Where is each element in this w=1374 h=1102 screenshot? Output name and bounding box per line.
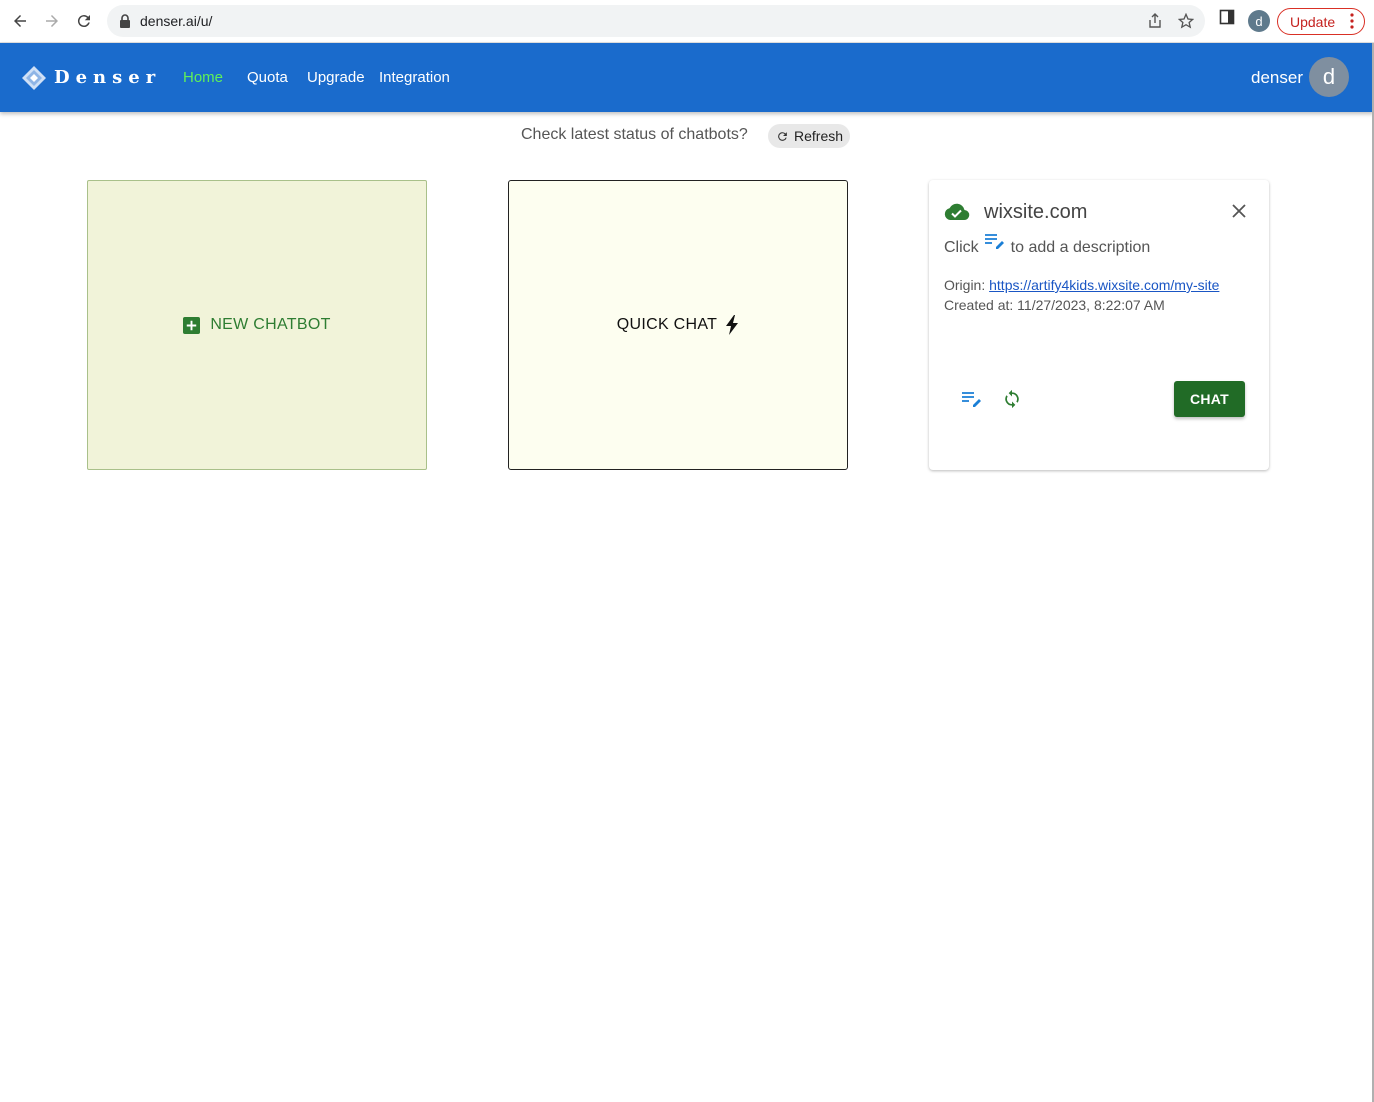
forward-icon[interactable]: [40, 9, 64, 33]
update-button[interactable]: Update: [1277, 8, 1365, 35]
chat-button[interactable]: CHAT: [1174, 381, 1245, 417]
sync-icon[interactable]: [1002, 389, 1022, 414]
created-label: Created at:: [944, 297, 1014, 313]
profile-avatar[interactable]: d: [1248, 10, 1270, 32]
avatar[interactable]: d: [1309, 57, 1349, 97]
desc-prefix: Click: [944, 238, 979, 256]
created-value: 11/27/2023, 8:22:07 AM: [1017, 297, 1165, 313]
share-icon[interactable]: [1147, 13, 1163, 34]
close-icon[interactable]: [1231, 203, 1247, 224]
sidepanel-icon[interactable]: [1219, 9, 1235, 30]
update-label: Update: [1290, 13, 1336, 30]
star-icon[interactable]: [1177, 12, 1195, 34]
new-chatbot-label: NEW CHATBOT: [210, 316, 331, 333]
edit-note-icon[interactable]: [984, 233, 1005, 254]
nav-integration[interactable]: Integration: [379, 69, 450, 86]
reload-icon[interactable]: [72, 9, 96, 33]
logo-icon[interactable]: [21, 65, 47, 96]
desc-suffix: to add a description: [1010, 238, 1151, 256]
brand-name[interactable]: Denser: [54, 67, 161, 88]
refresh-label: Refresh: [794, 128, 844, 144]
chatbot-card: wixsite.com Click to add a description O…: [929, 180, 1269, 470]
add-box-icon: [183, 316, 201, 334]
description-hint: Click to add a description: [944, 234, 1151, 258]
cloud-done-icon: [944, 203, 970, 226]
created-row: Created at: 11/27/2023, 8:22:07 AM: [944, 297, 1165, 313]
refresh-button[interactable]: Refresh: [768, 124, 850, 148]
origin-label: Origin:: [944, 277, 986, 293]
browser-toolbar: denser.ai/u/ d Update: [0, 0, 1374, 43]
back-icon[interactable]: [8, 9, 32, 33]
user-name[interactable]: denser: [1251, 68, 1303, 88]
nav-home[interactable]: Home: [183, 69, 223, 86]
origin-row: Origin: https://artify4kids.wixsite.com/…: [944, 277, 1219, 293]
lock-icon: [119, 14, 131, 33]
status-question: Check latest status of chatbots?: [521, 126, 748, 143]
quick-chat-label: QUICK CHAT: [616, 316, 718, 333]
chatbot-title: wixsite.com: [984, 201, 1088, 223]
nav-upgrade[interactable]: Upgrade: [307, 69, 365, 86]
bolt-icon: [726, 315, 739, 335]
app-header: Denser Home Quota Upgrade Integration de…: [0, 43, 1374, 112]
origin-link[interactable]: https://artify4kids.wixsite.com/my-site: [989, 277, 1219, 293]
url-text: denser.ai/u/: [140, 13, 213, 29]
quick-chat-card[interactable]: QUICK CHAT: [508, 180, 848, 470]
more-icon: [1350, 13, 1354, 32]
new-chatbot-card[interactable]: NEW CHATBOT: [87, 180, 427, 470]
edit-note-icon[interactable]: [962, 391, 982, 412]
address-bar[interactable]: denser.ai/u/: [107, 5, 1205, 37]
refresh-icon: [778, 131, 787, 141]
nav-quota[interactable]: Quota: [247, 69, 288, 86]
